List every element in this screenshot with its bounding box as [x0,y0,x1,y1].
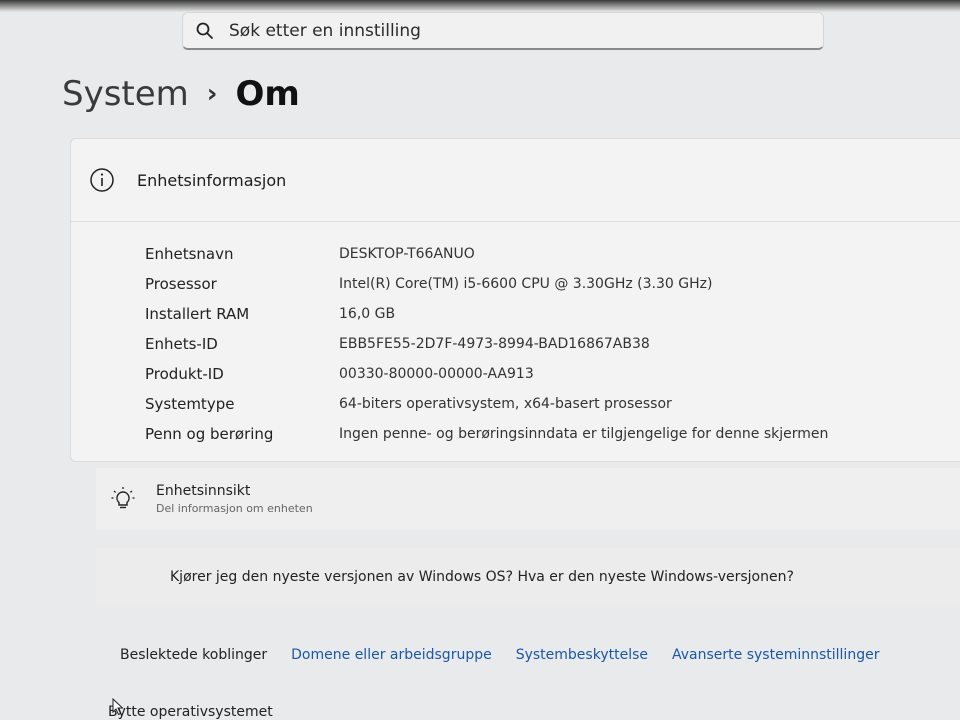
search-input[interactable]: Søk etter en innstilling [229,21,421,41]
spec-row-product-id: Produkt-ID 00330-80000-00000-AA913 [145,359,828,389]
breadcrumb-system[interactable]: System [62,74,189,114]
device-info-card: Enhetsinformasjon Enhetsnavn DESKTOP-T66… [70,138,960,462]
info-icon [90,168,114,192]
link-advanced-system-settings[interactable]: Avanserte systeminnstillinger [672,647,879,663]
spec-row-system-type: Systemtype 64-biters operativsystem, x64… [145,389,828,419]
breadcrumb-chevron-icon: › [206,79,218,109]
related-links-label: Beslektede koblinger [120,647,268,663]
spec-label: Enhetsnavn [145,245,234,263]
link-domain-workgroup[interactable]: Domene eller arbeidsgruppe [291,647,492,663]
search-box[interactable]: Søk etter en innstilling [182,12,824,50]
spec-value: 16,0 GB [339,306,396,322]
spec-label: Enhets-ID [145,335,218,353]
spec-row-pen-touch: Penn og berøring Ingen penne- og berørin… [145,419,828,449]
mouse-cursor-icon [112,698,124,716]
spec-row-device-id: Enhets-ID EBB5FE55-2D7F-4973-8994-BAD168… [145,329,828,359]
link-system-protection[interactable]: Systembeskyttelse [516,647,648,663]
search-icon [196,22,213,39]
spec-row-processor: Prosessor Intel(R) Core(TM) i5-6600 CPU … [145,269,828,299]
breadcrumb: System › Om [62,74,300,114]
spec-label: Penn og berøring [145,425,274,443]
spec-label: Installert RAM [145,305,250,323]
spec-value: 00330-80000-00000-AA913 [339,366,534,382]
windows-version-question[interactable]: Kjører jeg den nyeste versjonen av Windo… [96,548,960,606]
spec-value: 64-biters operativsystem, x64-basert pro… [339,396,672,412]
spec-row-device-name: Enhetsnavn DESKTOP-T66ANUO [145,239,828,269]
spec-value: DESKTOP-T66ANUO [339,246,475,262]
spec-list: Enhetsnavn DESKTOP-T66ANUO Prosessor Int… [145,239,828,449]
windows-version-question-text: Kjører jeg den nyeste versjonen av Windo… [170,569,794,585]
device-insight-text: Enhetsinnsikt Del informasjon om enheten [156,483,313,515]
related-links: Beslektede koblinger Domene eller arbeid… [96,630,960,680]
lightbulb-icon [111,487,135,509]
page-title: Om [235,74,300,114]
spec-label: Produkt-ID [145,365,224,383]
change-os-item[interactable]: Bytte operativsystemet [108,704,273,720]
spec-value: Intel(R) Core(TM) i5-6600 CPU @ 3.30GHz … [339,276,713,292]
spec-label: Prosessor [145,275,217,293]
device-info-header[interactable]: Enhetsinformasjon [71,139,960,222]
spec-row-ram: Installert RAM 16,0 GB [145,299,828,329]
device-info-title: Enhetsinformasjon [137,170,287,190]
device-insight-subtitle: Del informasjon om enheten [156,502,313,515]
top-edge [0,0,960,12]
spec-value: Ingen penne- og berøringsinndata er tilg… [339,426,829,442]
spec-label: Systemtype [145,395,235,413]
device-insight-item[interactable]: Enhetsinnsikt Del informasjon om enheten [96,468,960,530]
device-insight-title: Enhetsinnsikt [156,483,251,499]
spec-value: EBB5FE55-2D7F-4973-8994-BAD16867AB38 [339,336,650,352]
